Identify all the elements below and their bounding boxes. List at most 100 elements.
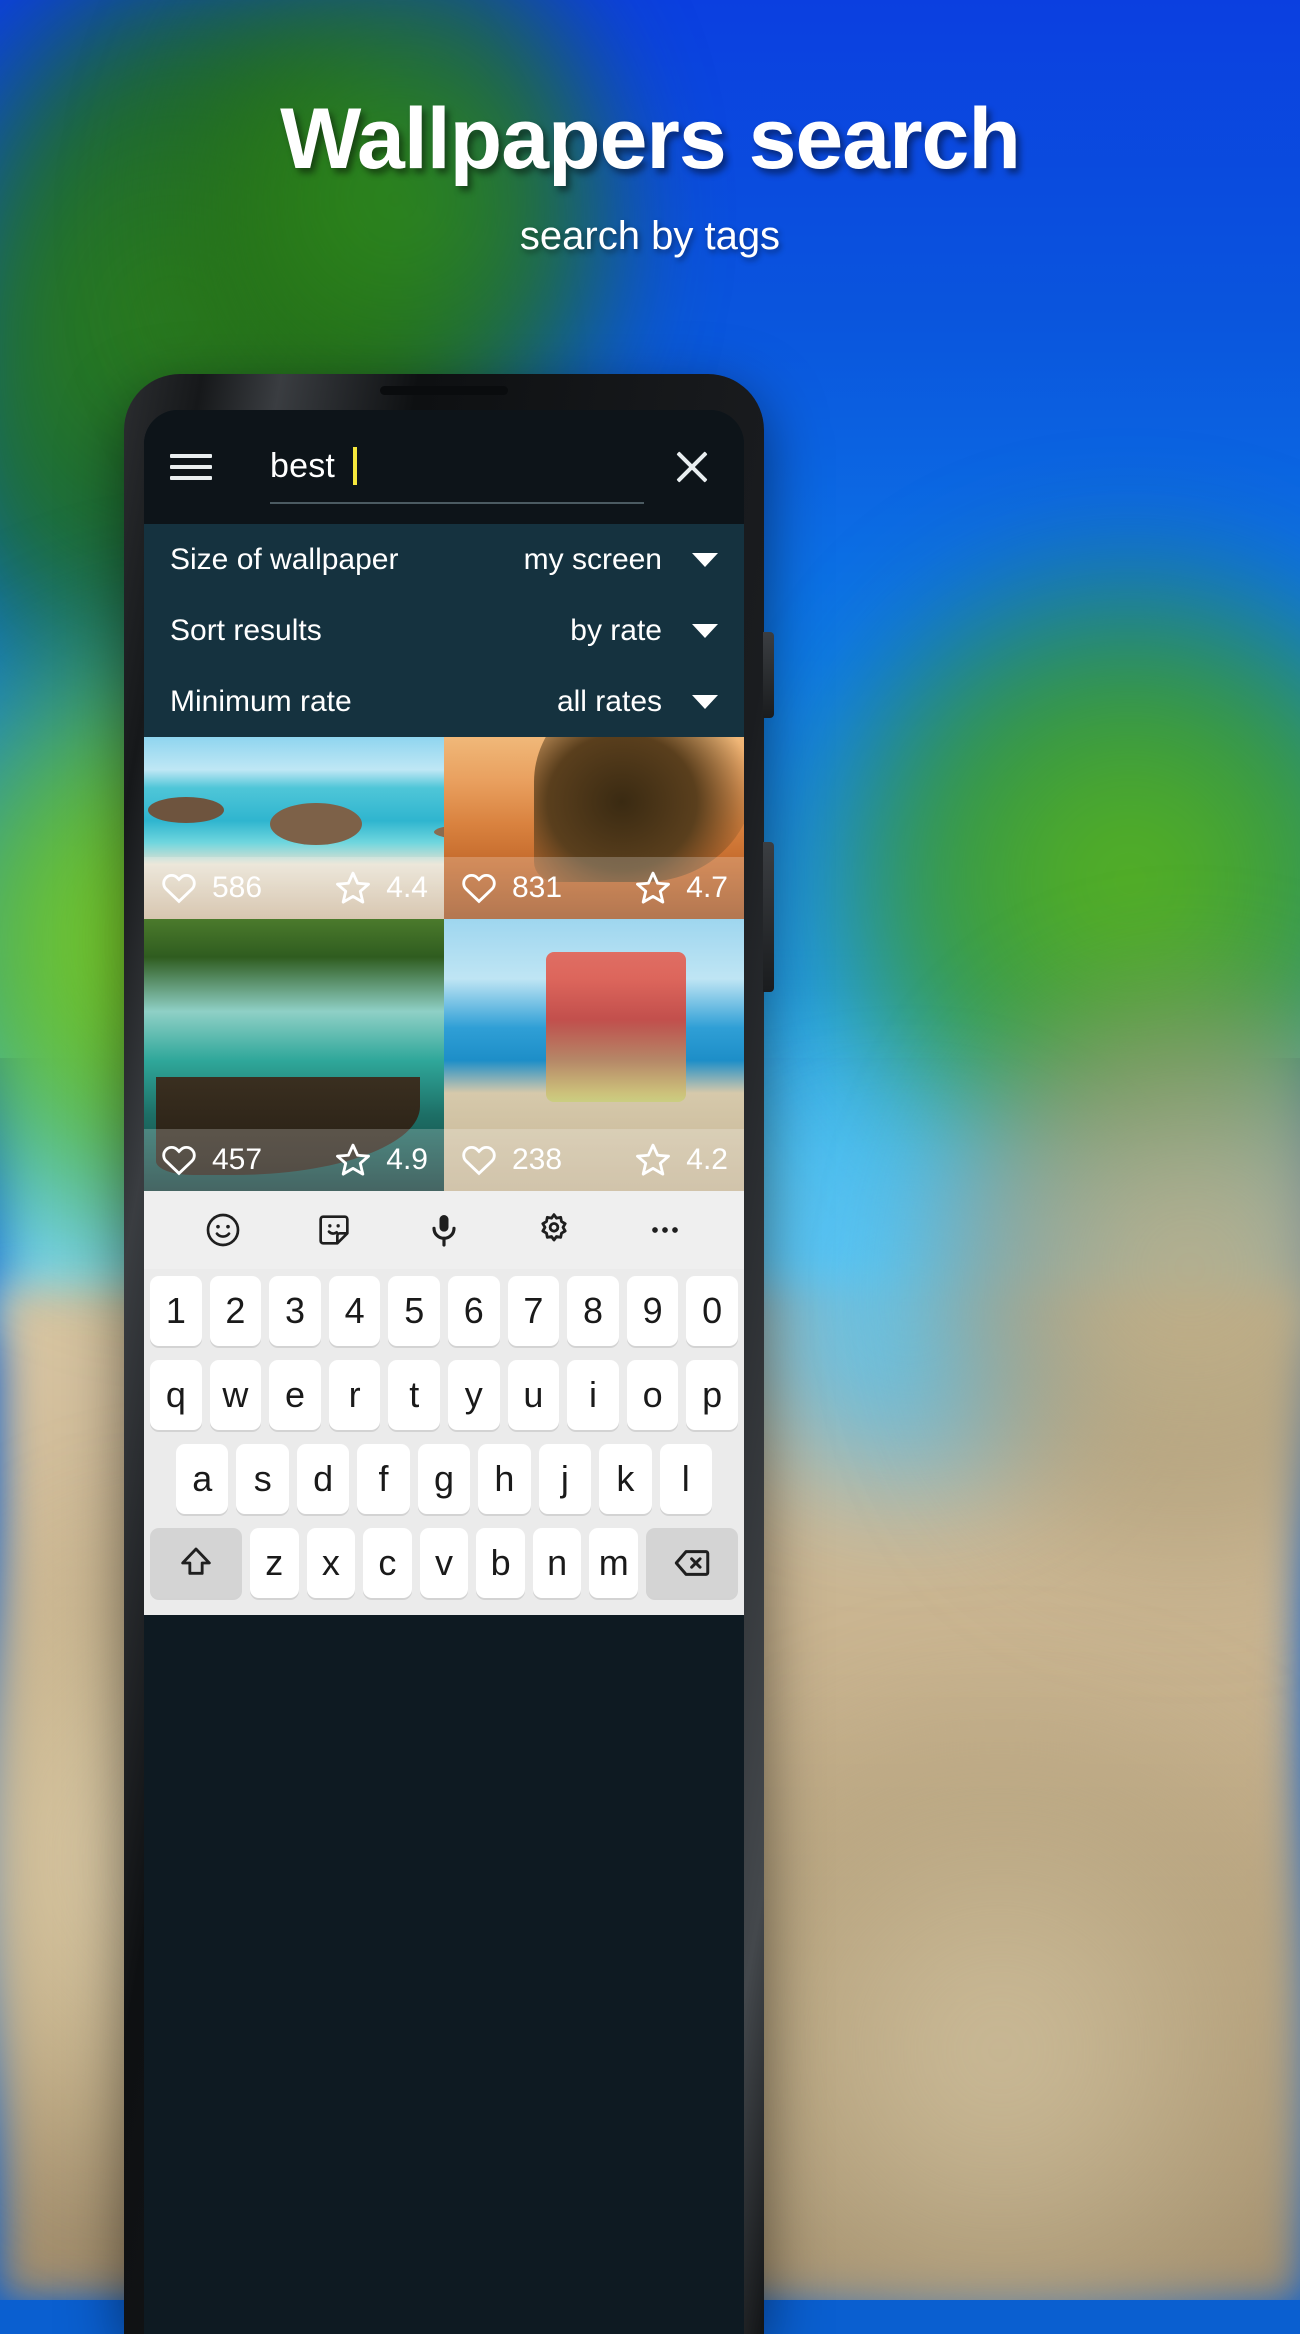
key-w[interactable]: w — [209, 1360, 262, 1430]
key-p[interactable]: p — [686, 1360, 738, 1430]
key-5[interactable]: 5 — [388, 1276, 440, 1346]
backspace-icon — [674, 1550, 710, 1576]
key-7[interactable]: 7 — [507, 1276, 560, 1346]
key-6[interactable]: 6 — [448, 1276, 500, 1346]
heart-icon[interactable] — [160, 869, 198, 907]
key-g[interactable]: g — [417, 1444, 471, 1514]
wallpaper-stats: 457 4.9 — [144, 1129, 444, 1191]
key-4[interactable]: 4 — [328, 1276, 381, 1346]
like-count-value: 831 — [512, 871, 563, 904]
key-o[interactable]: o — [626, 1360, 679, 1430]
key-m[interactable]: m — [589, 1528, 639, 1598]
key-2[interactable]: 2 — [209, 1276, 262, 1346]
key-v[interactable]: v — [419, 1528, 469, 1598]
rating: 4.7 — [634, 869, 728, 907]
emoji-icon[interactable] — [203, 1210, 243, 1250]
rating: 4.9 — [334, 1141, 428, 1179]
wallpaper-card[interactable]: 238 4.2 — [444, 919, 744, 1191]
key-c[interactable]: c — [363, 1528, 412, 1598]
key-x[interactable]: x — [306, 1528, 356, 1598]
chevron-down-icon[interactable] — [692, 552, 718, 567]
rating: 4.2 — [634, 1141, 728, 1179]
key-b[interactable]: b — [476, 1528, 525, 1598]
on-screen-keyboard: 1 2 3 4 5 6 7 8 9 0 q w e r t y u i o p … — [144, 1191, 744, 1615]
like-count: 586 — [160, 869, 262, 907]
option-row-sort-results[interactable]: Sort results by rate — [144, 595, 744, 666]
key-8[interactable]: 8 — [567, 1276, 619, 1346]
key-h[interactable]: h — [478, 1444, 531, 1514]
wallpaper-stats: 831 4.7 — [444, 857, 744, 919]
key-i[interactable]: i — [567, 1360, 619, 1430]
key-t[interactable]: t — [388, 1360, 440, 1430]
key-k[interactable]: k — [599, 1444, 652, 1514]
wallpaper-stats: 586 4.4 — [144, 857, 444, 919]
key-9[interactable]: 9 — [626, 1276, 679, 1346]
key-q[interactable]: q — [150, 1360, 202, 1430]
wallpaper-card[interactable]: 831 4.7 — [444, 737, 744, 919]
key-f[interactable]: f — [357, 1444, 410, 1514]
search-input[interactable]: best — [270, 430, 644, 504]
key-r[interactable]: r — [328, 1360, 381, 1430]
rating-value: 4.7 — [686, 871, 728, 904]
hamburger-menu-icon[interactable] — [170, 454, 212, 480]
sticker-icon[interactable] — [314, 1210, 354, 1250]
star-icon[interactable] — [634, 1141, 672, 1179]
microphone-icon[interactable] — [424, 1210, 464, 1250]
keyboard-row-numbers: 1 2 3 4 5 6 7 8 9 0 — [144, 1269, 744, 1353]
key-s[interactable]: s — [236, 1444, 289, 1514]
backspace-key[interactable] — [646, 1528, 739, 1598]
star-icon[interactable] — [334, 1141, 372, 1179]
rating-value: 4.2 — [686, 1143, 728, 1176]
key-3[interactable]: 3 — [269, 1276, 321, 1346]
gear-icon[interactable] — [534, 1210, 574, 1250]
key-a[interactable]: a — [176, 1444, 229, 1514]
phone-screen: best Size of wallpaper my screen Sort re… — [144, 410, 744, 2334]
wallpaper-stats: 238 4.2 — [444, 1129, 744, 1191]
like-count-value: 457 — [212, 1143, 263, 1176]
page-title: Wallpapers search — [280, 91, 1021, 187]
heart-icon[interactable] — [460, 1141, 498, 1179]
like-count: 238 — [460, 1141, 562, 1179]
shift-key[interactable] — [149, 1528, 242, 1598]
key-1[interactable]: 1 — [150, 1276, 202, 1346]
promo-header: Wallpapers search search by tags — [0, 0, 1300, 259]
hamburger-line — [170, 476, 212, 480]
star-icon[interactable] — [334, 869, 372, 907]
search-input-value: best — [270, 446, 336, 485]
keyboard-toolbar — [144, 1191, 744, 1269]
key-y[interactable]: y — [448, 1360, 500, 1430]
chevron-down-icon[interactable] — [692, 623, 718, 638]
chevron-down-icon[interactable] — [692, 694, 718, 709]
like-count-value: 586 — [212, 871, 263, 904]
page-subtitle: search by tags — [519, 214, 781, 258]
key-n[interactable]: n — [532, 1528, 582, 1598]
search-bar: best — [144, 410, 744, 524]
key-l[interactable]: l — [659, 1444, 712, 1514]
wallpaper-card[interactable]: 457 4.9 — [144, 919, 444, 1191]
option-row-minimum-rate[interactable]: Minimum rate all rates — [144, 666, 744, 737]
key-0[interactable]: 0 — [686, 1276, 738, 1346]
heart-icon[interactable] — [460, 869, 498, 907]
key-u[interactable]: u — [507, 1360, 560, 1430]
like-count: 831 — [460, 869, 562, 907]
hamburger-line — [170, 454, 212, 458]
key-z[interactable]: z — [249, 1528, 299, 1598]
option-value: my screen — [523, 542, 662, 576]
star-icon[interactable] — [634, 869, 672, 907]
more-options-icon[interactable] — [645, 1210, 685, 1250]
option-value: by rate — [570, 613, 662, 647]
rating-value: 4.9 — [386, 1143, 428, 1176]
wallpaper-results-grid: 586 4.4 831 4.7 457 4.9 238 4.2 — [144, 737, 744, 1191]
key-d[interactable]: d — [296, 1444, 350, 1514]
heart-icon[interactable] — [160, 1141, 198, 1179]
wallpaper-card[interactable]: 586 4.4 — [144, 737, 444, 919]
key-j[interactable]: j — [538, 1444, 592, 1514]
like-count: 457 — [160, 1141, 262, 1179]
close-icon[interactable] — [666, 441, 718, 493]
hamburger-line — [170, 465, 212, 469]
keyboard-row-home: a s d f g h j k l — [144, 1437, 744, 1521]
like-count-value: 238 — [512, 1143, 563, 1176]
key-e[interactable]: e — [269, 1360, 321, 1430]
search-options: Size of wallpaper my screen Sort results… — [144, 524, 744, 737]
option-row-size-of-wallpaper[interactable]: Size of wallpaper my screen — [144, 524, 744, 595]
